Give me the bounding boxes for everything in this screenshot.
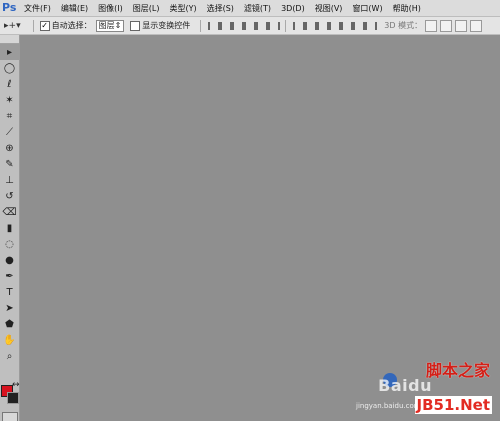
show-transform-label: 显示变换控件 — [142, 21, 191, 30]
photoshop-window: Ps 文件(F) 编辑(E) 图像(I) 图层(L) 类型(Y) 选择(S) 滤… — [0, 0, 500, 421]
healing-brush-tool-icon[interactable]: ⊕ — [0, 140, 19, 156]
history-brush-tool-icon[interactable]: ↺ — [0, 188, 19, 204]
watermark-url: jingyan.baidu.com — [356, 402, 421, 410]
toolbox-grip[interactable] — [0, 35, 19, 44]
3d-roll-icon[interactable] — [440, 19, 453, 32]
background-color-swatch[interactable] — [7, 392, 19, 404]
menu-select[interactable]: 选择(S) — [207, 3, 234, 14]
options-bar: ▸+ ▾ ✓ 自动选择： 图层 ⇕ 显示变换控件 3D 模式： — [0, 17, 500, 35]
clone-stamp-tool-icon[interactable]: ⊥ — [0, 172, 19, 188]
path-selection-tool-icon[interactable]: ➤ — [0, 300, 19, 316]
separator — [200, 19, 202, 32]
baidu-latin: Bai — [378, 376, 409, 395]
menu-filter[interactable]: 滤镜(T) — [244, 3, 271, 14]
auto-select-checkbox[interactable]: ✓ — [39, 20, 50, 31]
menu-help[interactable]: 帮助(H) — [393, 3, 421, 14]
separator — [285, 19, 287, 32]
align-middle-icon[interactable] — [219, 21, 233, 31]
distribute-bottom-icon[interactable] — [316, 21, 330, 31]
3d-rotate-icon[interactable] — [425, 19, 438, 32]
distribute-middle-icon[interactable] — [304, 21, 318, 31]
color-swatches: ↔ — [0, 379, 20, 411]
menu-bar: Ps 文件(F) 编辑(E) 图像(I) 图层(L) 类型(Y) 选择(S) 滤… — [0, 0, 500, 17]
mode-3d-label: 3D 模式： — [384, 21, 423, 30]
dodge-tool-icon[interactable]: ● — [0, 252, 19, 268]
lasso-tool-icon[interactable]: ℓ — [0, 76, 19, 92]
align-top-icon[interactable] — [207, 21, 221, 31]
menu-window[interactable]: 窗口(W) — [352, 3, 382, 14]
menu-image[interactable]: 图像(I) — [98, 3, 123, 14]
crop-tool-icon[interactable]: ⌗ — [0, 108, 19, 124]
move-icon: ▸+ — [4, 20, 17, 31]
jb51-cn-logo: 脚本之家 — [425, 361, 490, 380]
distribute-left-icon[interactable] — [328, 21, 342, 31]
shape-tool-icon[interactable]: ⬟ — [0, 316, 19, 332]
align-center-icon[interactable] — [255, 21, 269, 31]
menu-layer[interactable]: 图层(L) — [133, 3, 160, 14]
document-workspace[interactable]: Baidu 脚本之家 jingyan.baidu.com JB51.Net — [20, 35, 500, 421]
align-left-icon[interactable] — [243, 21, 257, 31]
type-tool-icon[interactable]: T — [0, 284, 19, 300]
tool-preset-picker[interactable]: ▸+ ▾ — [4, 21, 21, 31]
zoom-tool-icon[interactable]: ⌕ — [0, 348, 19, 364]
menu-edit[interactable]: 编辑(E) — [61, 3, 88, 14]
toolbox: ▸ ◯ ℓ ✶ ⌗ ⟋ ⊕ ✎ ⊥ ↺ ⌫ ▮ ◌ ● ✒ T ➤ ⬟ ✋ ⌕ … — [0, 35, 20, 421]
watermark: Baidu 脚本之家 jingyan.baidu.com JB51.Net — [356, 357, 494, 415]
gradient-tool-icon[interactable]: ▮ — [0, 220, 19, 236]
baidu-logo-text: Baidu — [378, 376, 432, 395]
chevron-updown-icon: ⇕ — [114, 21, 122, 30]
distribute-top-icon[interactable] — [292, 21, 306, 31]
distribute-right-icon[interactable] — [352, 21, 366, 31]
ps-logo: Ps — [2, 1, 17, 14]
blur-tool-icon[interactable]: ◌ — [0, 236, 19, 252]
auto-select-dropdown[interactable]: 图层 ⇕ — [95, 19, 125, 32]
3d-pan-icon[interactable] — [455, 19, 468, 32]
swap-colors-icon[interactable]: ↔ — [12, 380, 20, 390]
chevron-down-icon: ▾ — [16, 20, 21, 31]
auto-select-value: 图层 — [98, 21, 115, 30]
brush-tool-icon[interactable]: ✎ — [0, 156, 19, 172]
align-bottom-icon[interactable] — [231, 21, 245, 31]
menu-type[interactable]: 类型(Y) — [169, 3, 196, 14]
quick-selection-tool-icon[interactable]: ✶ — [0, 92, 19, 108]
distribute-center-icon[interactable] — [340, 21, 354, 31]
menu-view[interactable]: 视图(V) — [315, 3, 343, 14]
jb51-net-logo: JB51.Net — [414, 396, 492, 414]
hand-tool-icon[interactable]: ✋ — [0, 332, 19, 348]
quick-mask-icon[interactable] — [2, 412, 18, 421]
eraser-tool-icon[interactable]: ⌫ — [0, 204, 19, 220]
pen-tool-icon[interactable]: ✒ — [0, 268, 19, 284]
separator — [32, 19, 34, 32]
3d-slide-icon[interactable] — [470, 19, 483, 32]
auto-align-icon[interactable] — [364, 21, 378, 31]
marquee-tool-icon[interactable]: ◯ — [0, 60, 19, 76]
show-transform-checkbox[interactable] — [130, 20, 141, 31]
align-right-icon[interactable] — [267, 21, 281, 31]
menu-file[interactable]: 文件(F) — [24, 3, 51, 14]
move-tool-icon[interactable]: ▸ — [0, 44, 19, 60]
menu-3d[interactable]: 3D(D) — [281, 4, 305, 13]
eyedropper-tool-icon[interactable]: ⟋ — [0, 124, 19, 140]
auto-select-label: 自动选择： — [51, 21, 92, 30]
